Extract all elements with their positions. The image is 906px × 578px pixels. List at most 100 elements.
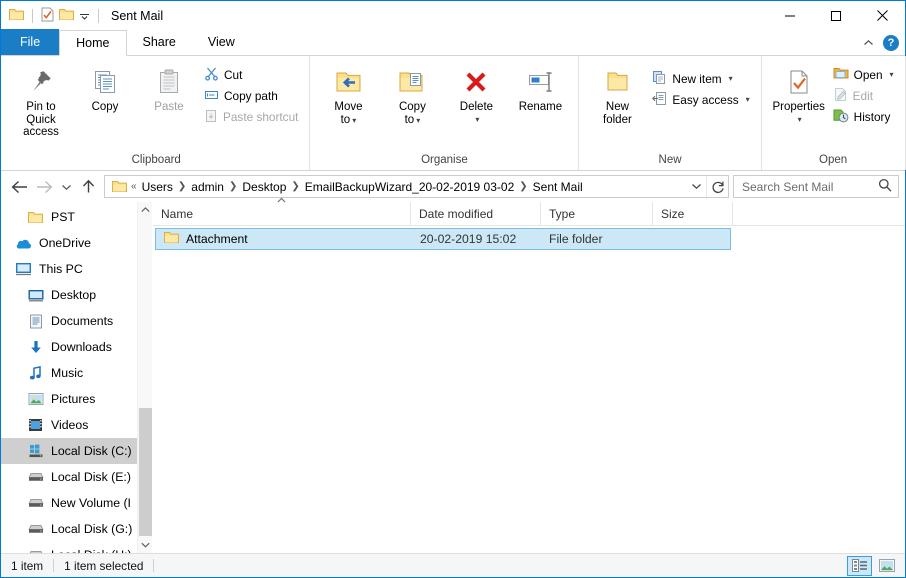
- forward-button[interactable]: [32, 175, 56, 199]
- group-label-new: New: [658, 154, 682, 166]
- easy-access-caret-icon[interactable]: ▾: [746, 95, 750, 104]
- new-item-button[interactable]: New item ▾: [649, 68, 754, 89]
- file-name: Attachment: [186, 232, 248, 246]
- tab-home[interactable]: Home: [59, 30, 127, 56]
- qat-dropdown-icon[interactable]: [79, 9, 90, 23]
- breadcrumb-item-emailbackupwizard[interactable]: EmailBackupWizard_20-02-2019 03-02: [301, 180, 518, 194]
- new-folder-icon[interactable]: [59, 8, 74, 24]
- sidebar-item-local-disk-g[interactable]: Local Disk (G:): [1, 516, 152, 542]
- breadcrumb-overflow[interactable]: «: [130, 181, 138, 192]
- new-folder-button[interactable]: New folder: [585, 62, 649, 126]
- column-header-name[interactable]: Name: [153, 197, 411, 225]
- open-icon: [833, 66, 849, 83]
- copy-button[interactable]: Copy: [73, 62, 137, 114]
- open-button[interactable]: Open ▾: [830, 64, 899, 85]
- scissors-icon: [204, 66, 219, 84]
- sidebar-item-videos[interactable]: Videos: [1, 412, 152, 438]
- navigation-scrollbar[interactable]: [137, 202, 152, 553]
- sidebar-item-pst[interactable]: PST: [1, 204, 152, 230]
- sidebar-item-documents[interactable]: Documents: [1, 308, 152, 334]
- tab-view[interactable]: View: [192, 29, 251, 55]
- breadcrumb-item-sent-mail[interactable]: Sent Mail: [529, 180, 587, 194]
- details-view-button[interactable]: [847, 555, 872, 576]
- chevron-up-icon[interactable]: [863, 36, 874, 50]
- recent-locations-button[interactable]: [57, 175, 75, 199]
- rename-button[interactable]: Rename: [508, 62, 572, 114]
- maximize-button[interactable]: [813, 1, 859, 30]
- history-button[interactable]: History: [830, 106, 899, 127]
- sidebar-item-this-pc[interactable]: This PC: [1, 256, 152, 282]
- search-box[interactable]: Search Sent Mail: [733, 175, 899, 198]
- sort-ascending-icon: [153, 197, 410, 205]
- sidebar-item-music[interactable]: Music: [1, 360, 152, 386]
- quick-access-toolbar: [1, 7, 102, 25]
- window-title: Sent Mail: [111, 8, 164, 23]
- copy-path-button[interactable]: Copy path: [201, 85, 303, 106]
- column-header-date-modified[interactable]: Date modified: [411, 202, 541, 225]
- breadcrumb-item-users[interactable]: Users: [138, 180, 177, 194]
- sidebar-item-local-disk-c[interactable]: Local Disk (C:): [1, 438, 152, 464]
- edit-icon: [833, 87, 848, 105]
- new-item-caret-icon[interactable]: ▾: [729, 74, 733, 83]
- delete-caret-icon[interactable]: ▾: [475, 114, 479, 127]
- cut-button[interactable]: Cut: [201, 64, 303, 85]
- help-icon[interactable]: ?: [883, 35, 899, 51]
- folder-icon[interactable]: [9, 8, 24, 24]
- ribbon: Pin to Quick access Copy Paste Cut Copy …: [1, 56, 906, 171]
- refresh-button[interactable]: [706, 176, 728, 197]
- easy-access-button[interactable]: Easy access ▾: [649, 89, 754, 110]
- sidebar-item-desktop[interactable]: Desktop: [1, 282, 152, 308]
- pin-to-quick-access-button[interactable]: Pin to Quick access: [9, 62, 73, 139]
- paste-shortcut-button[interactable]: Paste shortcut: [201, 106, 303, 127]
- breadcrumb-chevron-4[interactable]: ❯: [518, 181, 528, 192]
- sidebar-item-local-disk-e[interactable]: Local Disk (E:): [1, 464, 152, 490]
- properties-icon[interactable]: [41, 7, 54, 25]
- copy-to-button[interactable]: Copy to ▾: [380, 62, 444, 127]
- move-to-button[interactable]: Move to ▾: [316, 62, 380, 127]
- delete-button[interactable]: Delete ▾: [444, 62, 508, 126]
- tab-file[interactable]: File: [1, 29, 60, 55]
- properties-caret-icon[interactable]: ▾: [798, 114, 802, 127]
- breadcrumb-chevron-3[interactable]: ❯: [290, 181, 300, 192]
- column-header-type[interactable]: Type: [541, 202, 653, 225]
- sidebar-item-pictures[interactable]: Pictures: [1, 386, 152, 412]
- navigation-scrollbar-thumb[interactable]: [139, 408, 152, 536]
- delete-label: Delete: [459, 101, 494, 113]
- open-caret-icon[interactable]: ▾: [890, 70, 894, 79]
- search-input[interactable]: Search Sent Mail: [742, 180, 833, 194]
- copy-to-caret-icon[interactable]: ▾: [416, 116, 420, 125]
- minimize-button[interactable]: [767, 1, 813, 30]
- table-row[interactable]: Attachment 20-02-2019 15:02 File folder: [155, 228, 731, 250]
- address-dropdown-icon[interactable]: [686, 182, 706, 192]
- column-header-size[interactable]: Size: [653, 202, 733, 225]
- sidebar-item-onedrive[interactable]: OneDrive: [1, 230, 152, 256]
- search-icon[interactable]: [878, 178, 892, 195]
- move-to-caret-icon[interactable]: ▾: [352, 116, 356, 125]
- sidebar-item-downloads[interactable]: Downloads: [1, 334, 152, 360]
- sidebar-item-local-disk-h[interactable]: Local Disk (H:): [1, 542, 152, 553]
- sidebar-item-new-volume[interactable]: New Volume (I: [1, 490, 152, 516]
- copy-to-icon: [397, 65, 427, 99]
- breadcrumb-item-admin[interactable]: admin: [187, 180, 228, 194]
- back-button[interactable]: [7, 175, 31, 199]
- new-folder-label-1: New: [605, 101, 629, 113]
- title-bar: Sent Mail: [1, 1, 905, 30]
- videos-icon: [27, 418, 44, 432]
- edit-button[interactable]: Edit: [830, 85, 899, 106]
- view-toggle-group: [847, 555, 899, 576]
- breadcrumb-chevron-1[interactable]: ❯: [177, 181, 187, 192]
- properties-button[interactable]: Properties ▾: [768, 62, 830, 126]
- scroll-down-icon[interactable]: [138, 537, 152, 553]
- breadcrumb-item-desktop[interactable]: Desktop: [238, 180, 290, 194]
- up-button[interactable]: [76, 175, 100, 199]
- breadcrumb-chevron-2[interactable]: ❯: [228, 181, 238, 192]
- history-label: History: [853, 109, 891, 124]
- tab-share[interactable]: Share: [127, 29, 192, 55]
- paste-button[interactable]: Paste: [137, 62, 201, 114]
- address-path-box[interactable]: « Users ❯ admin ❯ Desktop ❯ EmailBackupW…: [104, 175, 729, 198]
- scroll-up-icon[interactable]: [138, 202, 152, 218]
- group-label-clipboard: Clipboard: [131, 154, 181, 166]
- close-button[interactable]: [859, 1, 905, 30]
- sidebar-label-pictures: Pictures: [51, 392, 96, 406]
- large-icons-view-button[interactable]: [874, 556, 899, 576]
